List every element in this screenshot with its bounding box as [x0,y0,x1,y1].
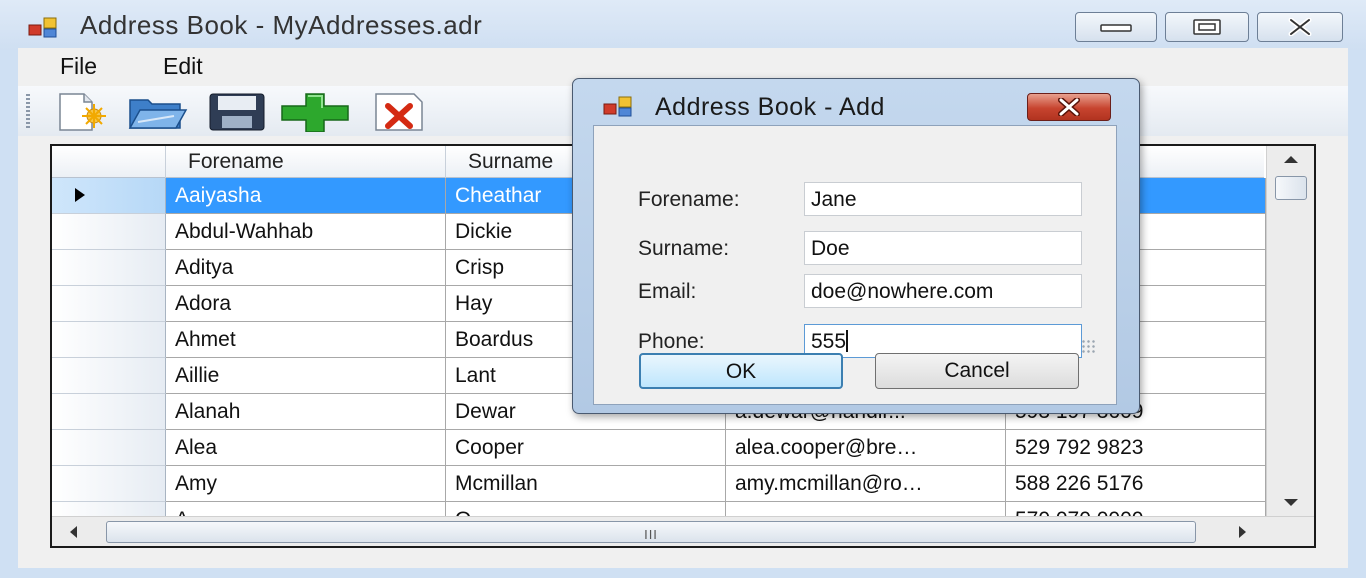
row-header[interactable] [52,250,166,286]
row-header[interactable] [52,286,166,322]
phone-field-value: 555 [811,330,847,353]
new-button[interactable] [56,92,114,132]
cell-surname[interactable]: Cooper [446,430,726,466]
cell-phone[interactable]: 529 792 9823 [1006,430,1266,466]
dialog-close-button[interactable] [1027,93,1111,121]
vertical-scroll-thumb[interactable] [1275,176,1307,200]
forename-label: Forename: [638,188,740,211]
horizontal-scrollbar[interactable]: III [52,516,1314,546]
add-dialog: Address Book - Add Forename: Jane Surnam… [572,78,1140,414]
phone-label: Phone: [638,330,705,353]
cell-forename[interactable]: Aillie [166,358,446,394]
minimize-button[interactable] [1075,12,1157,42]
save-button[interactable] [208,92,266,132]
surname-field[interactable]: Doe [804,231,1082,265]
cell-forename[interactable]: Aditya [166,250,446,286]
cell-forename[interactable]: Adora [166,286,446,322]
add-plus-icon [281,93,349,133]
delete-button[interactable] [374,92,424,132]
cell-forename[interactable]: Alanah [166,394,446,430]
grid-corner[interactable] [52,146,166,178]
row-headers [52,178,166,546]
row-header[interactable] [52,322,166,358]
cell-phone[interactable]: 588 226 5176 [1006,466,1266,502]
text-caret [846,330,849,352]
current-row-arrow-icon [75,188,85,202]
horizontal-scroll-thumb[interactable]: III [106,521,1196,543]
forename-field[interactable]: Jane [804,182,1082,216]
scroll-right-arrow-icon[interactable] [1238,525,1248,539]
ok-button[interactable]: OK [639,353,843,389]
vertical-scrollbar[interactable] [1266,146,1314,516]
save-disk-icon [209,93,265,131]
row-header[interactable] [52,358,166,394]
title-bar[interactable]: Address Book - MyAddresses.adr [0,0,1366,50]
row-header-current[interactable] [52,178,166,214]
cell-email[interactable]: amy.mcmillan@ro… [726,466,1006,502]
row-header[interactable] [52,214,166,250]
cell-forename[interactable]: Alea [166,430,446,466]
close-button[interactable] [1257,12,1343,42]
delete-icon [375,93,423,131]
window-title: Address Book - MyAddresses.adr [80,10,483,40]
email-field[interactable]: doe@nowhere.com [804,274,1082,308]
address-book-app-icon [603,96,632,117]
scroll-up-arrow-icon[interactable] [1283,154,1299,164]
scroll-grip: III [644,527,658,542]
restore-icon [1193,19,1221,35]
scroll-left-arrow-icon[interactable] [68,525,78,539]
add-button[interactable] [280,92,350,133]
cell-email[interactable]: alea.cooper@bre… [726,430,1006,466]
scroll-down-arrow-icon[interactable] [1283,498,1299,508]
close-icon [1058,98,1080,116]
close-icon [1288,18,1312,36]
resize-grip[interactable] [1081,339,1095,353]
menu-edit[interactable]: Edit [163,53,203,80]
cell-forename[interactable]: Abdul-Wahhab [166,214,446,250]
cell-forename[interactable]: Amy [166,466,446,502]
address-book-app-icon [28,17,57,38]
cell-surname[interactable]: Mcmillan [446,466,726,502]
toolbar-grip[interactable] [26,94,30,128]
column-header-forename[interactable]: Forename [166,146,446,178]
minimize-icon [1100,24,1132,32]
row-header[interactable] [52,466,166,502]
row-header[interactable] [52,430,166,466]
cancel-button[interactable]: Cancel [875,353,1079,389]
dialog-title: Address Book - Add [655,93,885,121]
menu-file[interactable]: File [60,53,97,80]
maximize-button[interactable] [1165,12,1249,42]
open-button[interactable] [126,92,188,132]
cell-forename[interactable]: Aaiyasha [166,178,446,214]
surname-label: Surname: [638,237,730,260]
cell-forename[interactable]: Ahmet [166,322,446,358]
open-folder-icon [128,99,188,129]
row-header[interactable] [52,394,166,430]
new-file-icon [59,93,106,131]
email-label: Email: [638,280,697,303]
